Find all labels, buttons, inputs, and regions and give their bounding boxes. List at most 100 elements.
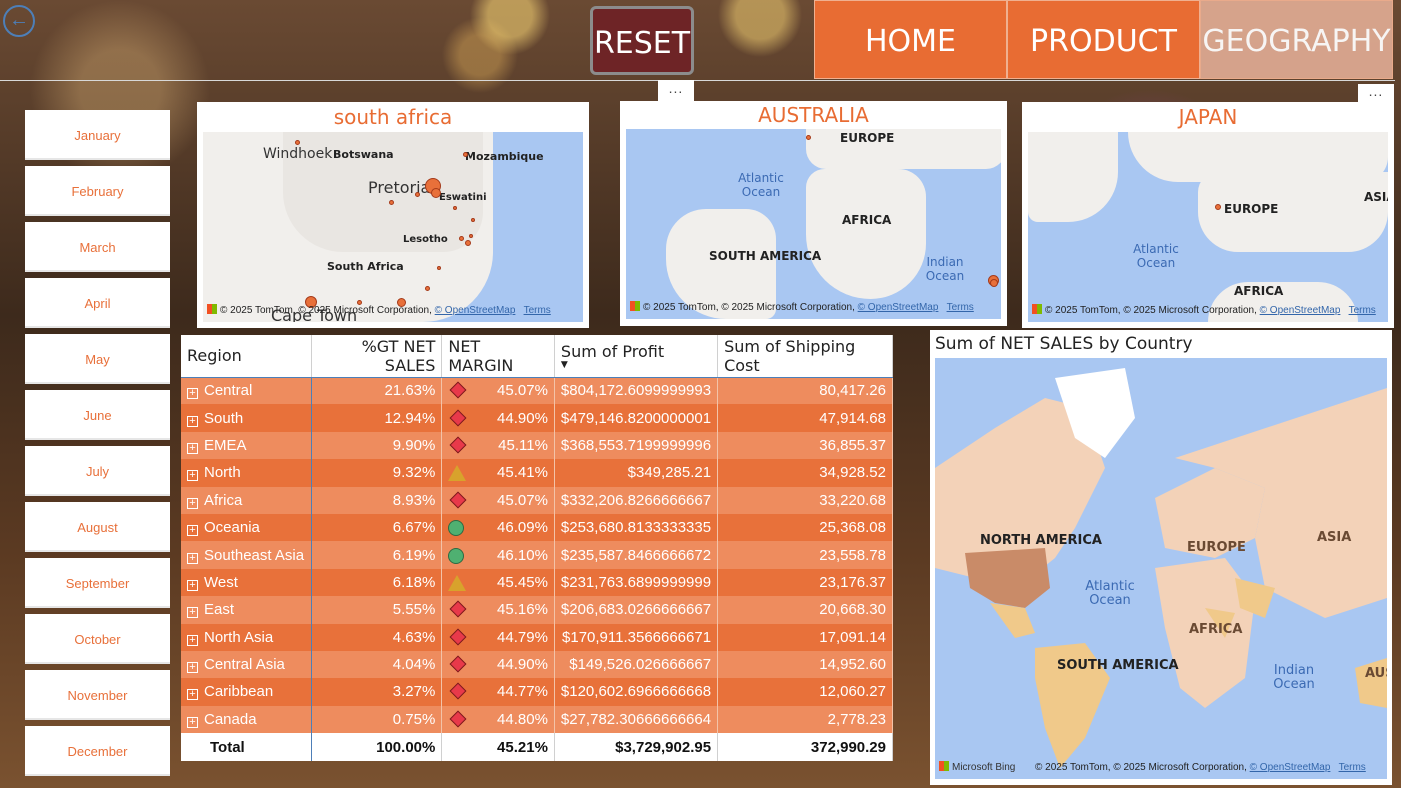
month-slicer-item[interactable]: January (25, 110, 170, 160)
back-arrow-icon[interactable]: ← (3, 5, 35, 37)
data-point[interactable] (463, 152, 468, 157)
expand-plus-icon[interactable]: + (187, 716, 198, 728)
month-slicer-item[interactable]: May (25, 334, 170, 384)
net-margin-cell: 44.77% (441, 678, 555, 706)
column-header-gt-net-sales[interactable]: %GT NET SALES (311, 335, 443, 378)
table-row[interactable]: + North 9.32% 45.41% $349,285.21 34,928.52 (181, 459, 893, 487)
shipping-cost-cell: 20,668.30 (717, 596, 893, 624)
profit-cell: $170,911.3566666671 (554, 623, 719, 651)
map-label: EUROPE (840, 131, 895, 145)
expand-plus-icon[interactable]: + (187, 497, 198, 509)
data-point[interactable] (990, 279, 998, 287)
japan-map-card: JAPAN ASIA EUROPE Atlantic Ocean AFRICA … (1022, 102, 1394, 328)
shipping-cost-cell: 12,060.27 (717, 678, 893, 706)
kpi-diamond-icon (449, 491, 467, 509)
data-point[interactable] (415, 192, 420, 197)
table-row[interactable]: + West 6.18% 45.45% $231,763.6899999999 23,17… (181, 568, 893, 597)
table-row[interactable]: + South 12.94% 44.90% $479,146.8200000001 47,… (181, 404, 893, 432)
data-point[interactable] (459, 236, 464, 241)
total-gt-net-sales: 100.00% (311, 733, 443, 762)
table-row[interactable]: + Canada 0.75% 44.80% $27,782.30666666664 2,7… (181, 705, 893, 734)
data-point[interactable] (471, 218, 475, 222)
net-margin-cell: 45.11% (441, 431, 555, 460)
kpi-diamond-icon (449, 710, 467, 728)
month-slicer-item[interactable]: February (25, 166, 170, 216)
map-label: Indian Ocean (925, 255, 965, 283)
expand-plus-icon[interactable]: + (187, 689, 198, 701)
data-point[interactable] (295, 140, 300, 145)
table-row[interactable]: + Central Asia 4.04% 44.90% $149,526.0266666… (181, 650, 893, 679)
map-label: Mozambique (465, 150, 544, 163)
home-nav-button[interactable]: HOME (814, 0, 1007, 79)
gt-net-sales-cell: 5.55% (311, 596, 443, 624)
month-slicer-item[interactable]: June (25, 390, 170, 440)
australia-map[interactable]: EUROPE Atlantic Ocean AFRICA SOUTH AMERI… (626, 129, 1001, 319)
net-margin-cell: 45.16% (441, 596, 555, 624)
profit-cell: $27,782.30666666664 (554, 705, 719, 734)
expand-plus-icon[interactable]: + (187, 607, 198, 619)
south-africa-map[interactable]: Windhoek Botswana Mozambique Pretoria Es… (203, 132, 583, 322)
expand-plus-icon[interactable]: + (187, 388, 198, 400)
table-row[interactable]: + Oceania 6.67% 46.09% $253,680.8133333335 25… (181, 513, 893, 542)
map-label: Eswatini (439, 192, 487, 203)
month-slicer-item[interactable]: March (25, 222, 170, 272)
microsoft-logo-icon (1032, 304, 1042, 314)
month-slicer-item[interactable]: September (25, 558, 170, 608)
world-sales-map[interactable]: NORTH AMERICA EUROPE ASIA Atlantic Ocean… (935, 358, 1387, 779)
column-header-net-margin[interactable]: NET MARGIN (441, 335, 555, 378)
gt-net-sales-cell: 3.27% (311, 678, 443, 706)
gt-net-sales-cell: 4.63% (311, 623, 443, 651)
month-slicer-item[interactable]: December (25, 726, 170, 776)
expand-plus-icon[interactable]: + (187, 525, 198, 537)
data-point[interactable] (469, 234, 473, 238)
month-slicer-item[interactable]: October (25, 614, 170, 664)
column-header-sum-of-shipping-cost[interactable]: Sum of Shipping Cost (717, 335, 893, 378)
net-margin-cell: 46.10% (441, 541, 555, 569)
profit-cell: $149,526.026666667 (554, 650, 719, 679)
more-options-icon[interactable]: ... (1358, 84, 1394, 104)
month-slicer-item[interactable]: July (25, 446, 170, 496)
column-header-region[interactable]: Region (181, 335, 313, 378)
japan-map[interactable]: ASIA EUROPE Atlantic Ocean AFRICA © 2025… (1028, 132, 1388, 322)
data-point[interactable] (431, 188, 441, 198)
month-slicer-item[interactable]: April (25, 278, 170, 328)
data-point[interactable] (389, 200, 394, 205)
expand-plus-icon[interactable]: + (187, 470, 198, 482)
table-row[interactable]: + Southeast Asia 6.19% 46.10% $235,587.84666… (181, 541, 893, 569)
table-row[interactable]: + EMEA 9.90% 45.11% $368,553.7199999996 36,85… (181, 431, 893, 460)
data-point[interactable] (1215, 204, 1221, 210)
table-row[interactable]: + East 5.55% 45.16% $206,683.0266666667 20,66… (181, 596, 893, 624)
month-slicer-item[interactable]: November (25, 670, 170, 720)
shipping-cost-cell: 80,417.26 (717, 377, 893, 405)
geography-nav-button[interactable]: GEOGRAPHY (1200, 0, 1393, 79)
column-header-sum-of-profit[interactable]: Sum of Profit ▼ (554, 335, 719, 378)
expand-plus-icon[interactable]: + (187, 552, 198, 564)
more-options-icon[interactable]: ... (658, 80, 694, 102)
reset-button[interactable]: RESET (590, 6, 694, 75)
data-point[interactable] (437, 266, 441, 270)
profit-cell: $479,146.8200000001 (554, 404, 719, 432)
product-nav-button[interactable]: PRODUCT (1007, 0, 1200, 79)
table-row[interactable]: + Caribbean 3.27% 44.77% $120,602.6966666668… (181, 678, 893, 706)
map-title: AUSTRALIA (758, 103, 869, 127)
region-cell: + Central Asia (181, 650, 313, 679)
net-margin-cell: 45.45% (441, 568, 555, 597)
expand-plus-icon[interactable]: + (187, 415, 198, 427)
data-point[interactable] (453, 206, 457, 210)
data-point[interactable] (806, 135, 811, 140)
data-point[interactable] (465, 240, 471, 246)
table-row[interactable]: + Africa 8.93% 45.07% $332,206.8266666667 33,… (181, 486, 893, 514)
table-row[interactable]: + Central 21.63% 45.07% $804,172.6099999993 8… (181, 377, 893, 405)
table-row[interactable]: + North Asia 4.63% 44.79% $170,911.356666667… (181, 623, 893, 651)
south-africa-map-card: south africa Windhoek Botswana Mozambiqu… (197, 102, 589, 328)
kpi-diamond-icon (449, 600, 467, 618)
month-slicer-item[interactable]: August (25, 502, 170, 552)
data-point[interactable] (425, 286, 430, 291)
gt-net-sales-cell: 8.93% (311, 486, 443, 514)
map-attribution: © 2025 TomTom, © 2025 Microsoft Corporat… (1035, 762, 1366, 773)
expand-plus-icon[interactable]: + (187, 662, 198, 674)
expand-plus-icon[interactable]: + (187, 442, 198, 454)
expand-plus-icon[interactable]: + (187, 634, 198, 646)
net-margin-cell: 45.07% (441, 486, 555, 514)
expand-plus-icon[interactable]: + (187, 579, 198, 591)
